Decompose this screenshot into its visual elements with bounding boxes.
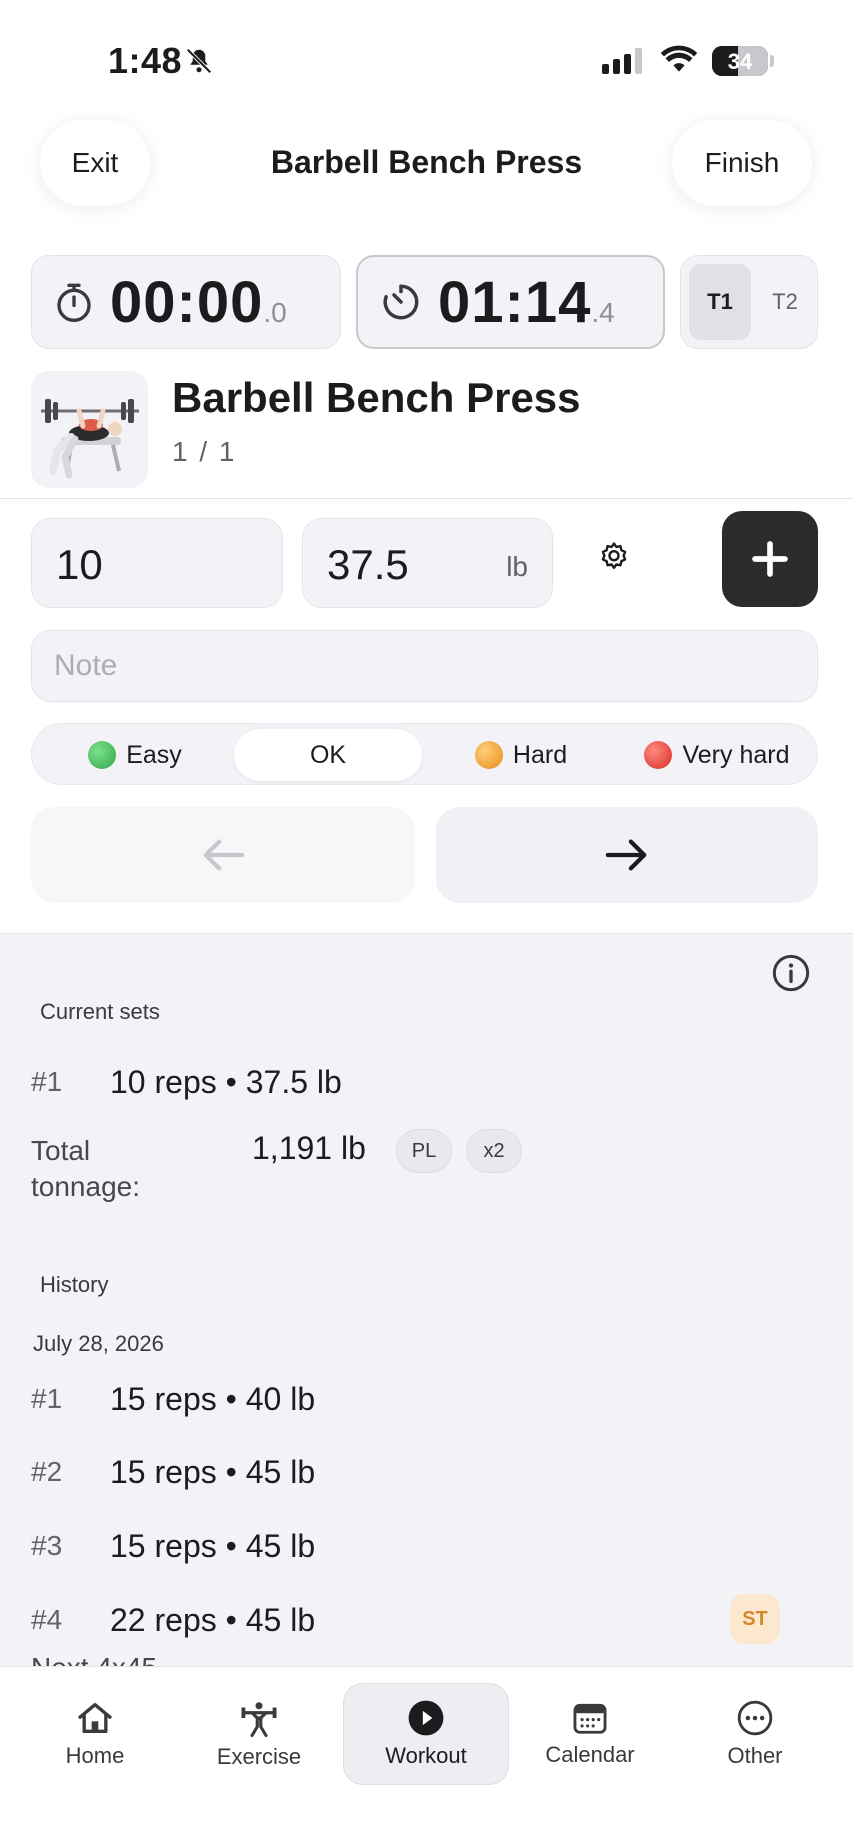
- bell-slash-icon: [184, 46, 214, 81]
- note-input[interactable]: [54, 649, 794, 683]
- play-circle-icon: [408, 1700, 444, 1736]
- status-time: 1:48: [108, 40, 183, 81]
- red-dot-icon: [644, 741, 673, 769]
- total-tonnage-label-line1: Total: [31, 1135, 91, 1166]
- timer-tab-t1[interactable]: T1: [689, 264, 751, 340]
- difficulty-hard-label: Hard: [512, 740, 568, 769]
- st-tag[interactable]: ST: [730, 1594, 780, 1644]
- plus-icon: [752, 541, 788, 577]
- tab-other-label: Other: [727, 1743, 783, 1768]
- current-set-detail: 10 reps • 37.5 lb: [110, 1064, 342, 1100]
- stopwatch-fraction: .0: [263, 297, 287, 328]
- exercise-name: Barbell Bench Press: [172, 374, 581, 421]
- divider: [0, 498, 853, 499]
- exercise-thumbnail[interactable]: [31, 371, 148, 488]
- history-date: July 28, 2026: [33, 1331, 164, 1356]
- cellular-signal-icon: [602, 48, 642, 74]
- tab-exercise[interactable]: Exercise: [184, 1683, 334, 1785]
- battery-icon: 34: [712, 46, 768, 76]
- ellipsis-circle-icon: [737, 1700, 773, 1736]
- arrow-right-icon: [605, 839, 647, 871]
- gear-icon[interactable]: [596, 538, 632, 579]
- weight-value: 37.5: [327, 541, 409, 588]
- stopwatch-icon: [57, 283, 91, 322]
- stopwatch-timer[interactable]: 00:00 .0: [31, 255, 341, 349]
- battery-level: 34: [727, 49, 753, 74]
- total-tonnage-label: Total tonnage:: [31, 1133, 140, 1205]
- countdown-timer[interactable]: 01:14 .4: [356, 255, 665, 349]
- total-tonnage-label-line2: tonnage:: [31, 1171, 140, 1202]
- current-sets-label: Current sets: [40, 999, 160, 1024]
- difficulty-ok[interactable]: OK: [234, 729, 422, 781]
- difficulty-hard[interactable]: Hard: [426, 729, 616, 781]
- tab-home[interactable]: Home: [20, 1683, 170, 1785]
- timer-icon: [383, 284, 419, 320]
- history-set-detail: 15 reps • 45 lb: [110, 1454, 316, 1490]
- countdown-value: 01:14: [438, 269, 592, 335]
- tab-exercise-label: Exercise: [216, 1744, 302, 1769]
- x2-tag[interactable]: x2: [466, 1129, 522, 1173]
- difficulty-ok-label: OK: [309, 740, 347, 769]
- green-dot-icon: [88, 741, 117, 769]
- arrow-left-icon: [203, 839, 245, 871]
- history-label: History: [40, 1272, 109, 1297]
- previous-set-button[interactable]: [31, 807, 415, 903]
- history-set-detail: 15 reps • 40 lb: [110, 1381, 316, 1417]
- add-set-button[interactable]: [722, 511, 818, 607]
- battery-nub: [770, 55, 774, 67]
- current-set-number: #1: [31, 1066, 63, 1097]
- orange-dot-icon: [474, 741, 503, 769]
- history-set-number: #2: [31, 1456, 63, 1487]
- calendar-icon: [573, 1703, 607, 1734]
- weight-input[interactable]: 37.5 lb: [302, 518, 553, 608]
- info-icon[interactable]: [771, 953, 811, 998]
- reps-input[interactable]: 10: [31, 518, 283, 608]
- difficulty-easy[interactable]: Easy: [40, 729, 230, 781]
- tab-calendar[interactable]: Calendar: [515, 1683, 665, 1785]
- history-set-detail: 22 reps • 45 lb: [110, 1602, 316, 1638]
- difficulty-very-hard[interactable]: Very hard: [620, 729, 814, 781]
- history-set-number: #3: [31, 1530, 63, 1561]
- house-icon: [78, 1703, 112, 1734]
- weightlifter-icon: [241, 1702, 277, 1738]
- tab-home-label: Home: [65, 1743, 125, 1768]
- difficulty-selector: Easy OK Hard Very hard: [31, 723, 818, 785]
- tab-bar: Home Exercise Workout Calendar Other: [0, 1666, 853, 1844]
- history-set-detail: 15 reps • 45 lb: [110, 1528, 316, 1564]
- difficulty-easy-label: Easy: [126, 740, 182, 769]
- countdown-fraction: .4: [591, 297, 615, 328]
- history-set-number: #1: [31, 1383, 63, 1414]
- tab-calendar-label: Calendar: [545, 1742, 635, 1767]
- timer-tab-t2[interactable]: T2: [759, 264, 811, 340]
- wifi-icon: [660, 44, 698, 79]
- note-field[interactable]: [31, 630, 818, 702]
- next-set-button[interactable]: [436, 807, 818, 903]
- bench-press-illustration: [31, 371, 148, 488]
- total-tonnage-value: 1,191 lb: [252, 1130, 366, 1166]
- weight-unit: lb: [506, 551, 528, 582]
- tab-workout[interactable]: Workout: [343, 1683, 509, 1785]
- finish-button[interactable]: Finish: [672, 120, 812, 206]
- pl-tag[interactable]: PL: [396, 1129, 452, 1173]
- reps-value: 10: [56, 541, 103, 588]
- history-set-number: #4: [31, 1604, 63, 1635]
- difficulty-very-hard-label: Very hard: [682, 740, 790, 769]
- exercise-progress: 1 / 1: [172, 436, 237, 467]
- stopwatch-value: 00:00: [110, 269, 264, 335]
- tab-workout-label: Workout: [385, 1743, 467, 1768]
- tab-other[interactable]: Other: [680, 1683, 830, 1785]
- timer-selector: T1 T2: [680, 255, 818, 349]
